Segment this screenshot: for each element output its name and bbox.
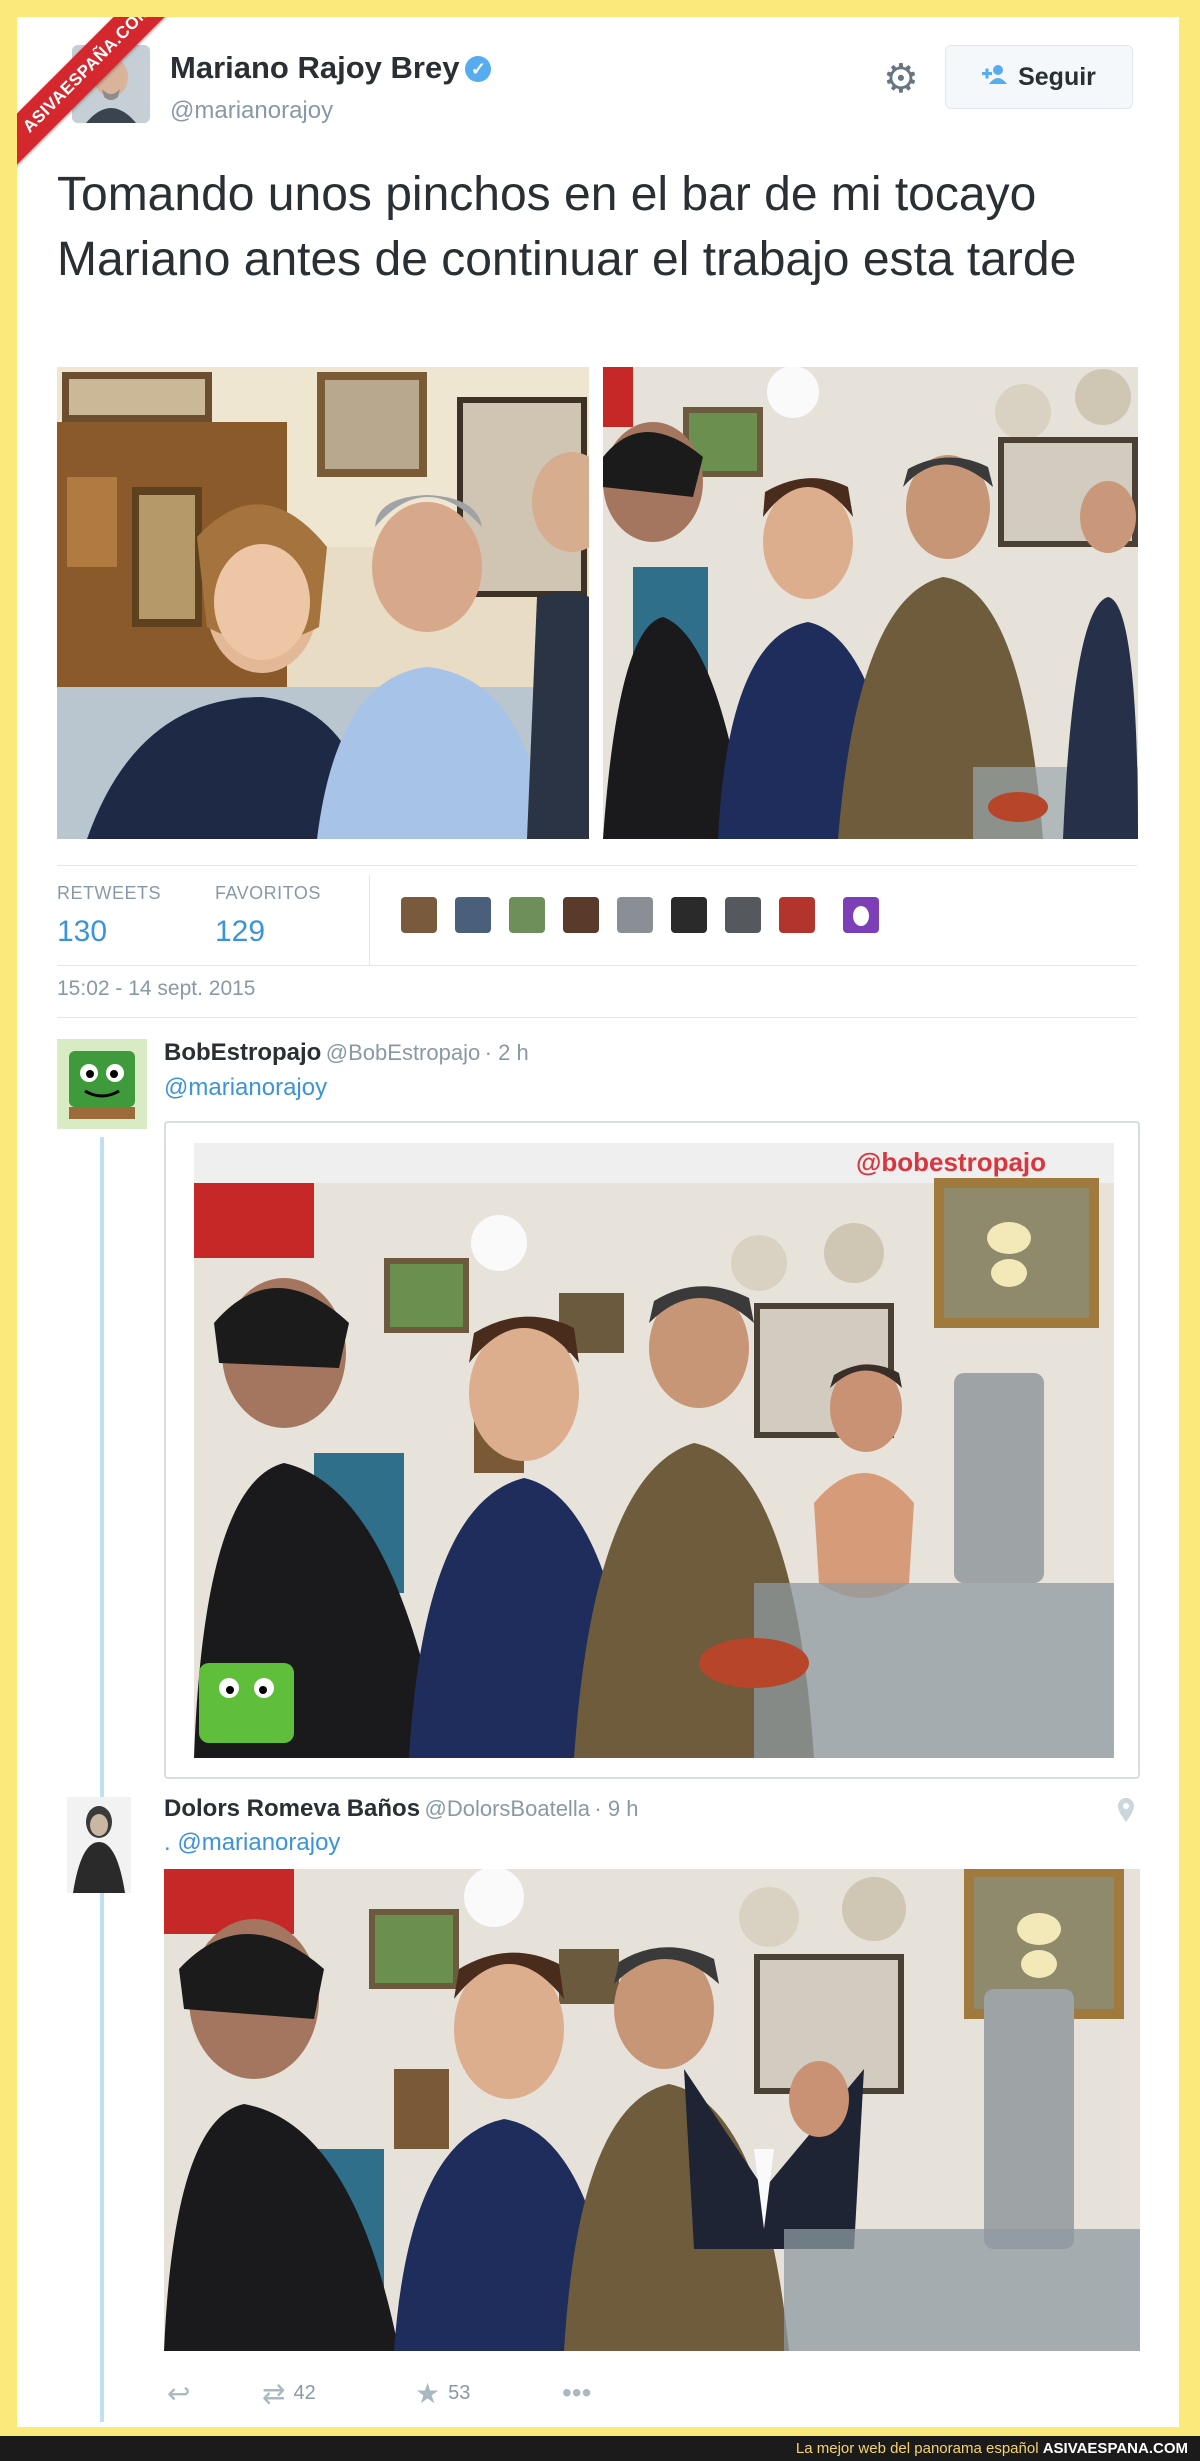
like-count: 53 bbox=[448, 2382, 471, 2404]
divider bbox=[369, 875, 370, 965]
reply-avatar[interactable] bbox=[67, 1797, 131, 1893]
star-icon[interactable]: ★ bbox=[415, 2377, 440, 2410]
reply-icon[interactable]: ↩ bbox=[167, 2377, 190, 2410]
favoriter-avatar[interactable] bbox=[725, 897, 761, 933]
favoriter-avatar[interactable] bbox=[401, 897, 437, 933]
reply-header: Dolors Romeva Baños @DolorsBoatella · 9 … bbox=[164, 1795, 638, 1823]
add-user-icon bbox=[982, 63, 1008, 91]
favoriter-avatar[interactable] bbox=[843, 897, 879, 933]
tweet-card: ASIVAESPAÑA.COM Mariano Rajoy Brey ✓ @mar… bbox=[17, 17, 1179, 2427]
site-footer: La mejor web del panorama español ASIVAE… bbox=[0, 2436, 1200, 2461]
reply-mention[interactable]: @marianorajoy bbox=[164, 1074, 327, 1102]
verified-icon: ✓ bbox=[465, 56, 492, 82]
reply-author-handle[interactable]: @DolorsBoatella bbox=[425, 1796, 590, 1821]
gear-icon[interactable]: ⚙ bbox=[883, 59, 919, 99]
tweet-photo-1[interactable] bbox=[57, 367, 589, 839]
retweets-count[interactable]: 130 bbox=[57, 915, 107, 949]
retweet-icon[interactable]: ⇄ bbox=[262, 2377, 285, 2410]
reply-time[interactable]: · 9 h bbox=[594, 1796, 638, 1821]
author-name[interactable]: Mariano Rajoy Brey ✓ bbox=[170, 50, 492, 86]
favoriter-avatar[interactable] bbox=[509, 897, 545, 933]
more-action[interactable]: ••• bbox=[562, 2377, 591, 2409]
reply-author-name[interactable]: Dolors Romeva Baños bbox=[164, 1795, 420, 1822]
reply-avatar[interactable] bbox=[57, 1039, 147, 1129]
favorites-count[interactable]: 129 bbox=[215, 915, 265, 949]
follow-label: Seguir bbox=[1018, 62, 1096, 91]
author-name-text[interactable]: Mariano Rajoy Brey bbox=[170, 50, 459, 85]
favoriter-avatar[interactable] bbox=[563, 897, 599, 933]
location-pin-icon[interactable] bbox=[1117, 1797, 1135, 1828]
footer-brand[interactable]: ASIVAESPANA.COM bbox=[1043, 2440, 1188, 2457]
divider bbox=[57, 965, 1137, 966]
follow-button[interactable]: Seguir bbox=[945, 45, 1133, 109]
favoriter-avatar[interactable] bbox=[455, 897, 491, 933]
retweet-count: 42 bbox=[293, 2382, 316, 2404]
reply-action[interactable]: ↩ bbox=[167, 2377, 190, 2410]
retweet-action[interactable]: ⇄ 42 bbox=[262, 2377, 316, 2410]
favorites-label: FAVORITOS bbox=[215, 883, 321, 903]
retweets-label: RETWEETS bbox=[57, 883, 162, 903]
reply-mention[interactable]: . @marianorajoy bbox=[164, 1829, 340, 1857]
divider bbox=[57, 865, 1137, 866]
favoriter-avatar[interactable] bbox=[671, 897, 707, 933]
image-watermark: @bobestropajo bbox=[856, 1147, 1047, 1177]
reply-time[interactable]: · 2 h bbox=[485, 1040, 529, 1065]
like-action[interactable]: ★ 53 bbox=[415, 2377, 470, 2410]
reply-author-handle[interactable]: @BobEstropajo bbox=[326, 1040, 480, 1065]
reply-header: BobEstropajo @BobEstropajo · 2 h bbox=[164, 1039, 529, 1067]
favoriter-avatar[interactable] bbox=[779, 897, 815, 933]
tweet-text: Tomando unos pinchos en el bar de mi toc… bbox=[57, 168, 1077, 286]
divider bbox=[57, 1017, 1137, 1018]
reply-photo: @bobestropajo bbox=[194, 1143, 1114, 1758]
footer-text: La mejor web del panorama español bbox=[795, 2440, 1039, 2457]
favoriter-avatar[interactable] bbox=[617, 897, 653, 933]
author-handle[interactable]: @marianorajoy bbox=[170, 97, 333, 125]
reply-photo-frame[interactable]: @bobestropajo bbox=[164, 1121, 1140, 1779]
reply-author-name[interactable]: BobEstropajo bbox=[164, 1039, 321, 1066]
tweet-timestamp[interactable]: 15:02 - 14 sept. 2015 bbox=[57, 977, 256, 1001]
thread-line bbox=[100, 1137, 104, 2422]
tweet-photo-2[interactable] bbox=[603, 367, 1138, 839]
reply-photo[interactable] bbox=[164, 1869, 1140, 2351]
more-icon[interactable]: ••• bbox=[562, 2377, 591, 2409]
